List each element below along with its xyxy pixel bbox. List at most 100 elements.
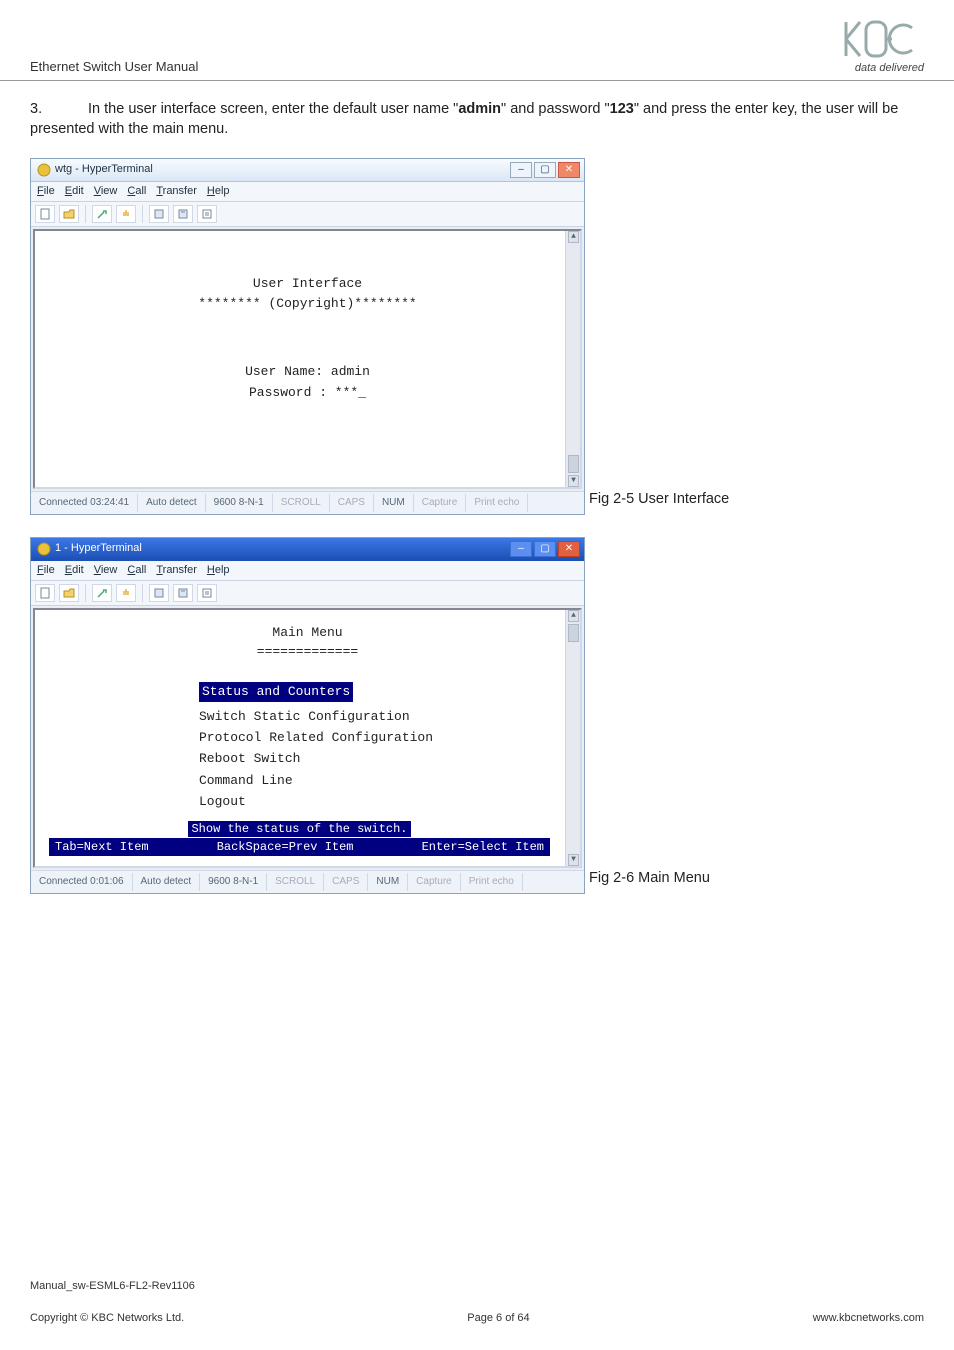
hint-backspace: BackSpace=Prev Item <box>217 839 354 856</box>
app-icon <box>37 163 51 177</box>
menu-call[interactable]: Call <box>127 184 146 199</box>
username-line: User Name: admin <box>49 363 566 381</box>
password-literal: 123 <box>610 101 634 117</box>
figure-caption-1: Fig 2-5 User Interface <box>589 489 729 509</box>
menu-bar: File Edit View Call Transfer Help <box>31 182 584 202</box>
menu-item-reboot[interactable]: Reboot Switch <box>199 750 566 768</box>
main-menu-heading: Main Menu <box>49 624 566 642</box>
properties-icon[interactable] <box>197 205 217 223</box>
toolbar <box>31 202 584 227</box>
menu-view[interactable]: View <box>94 563 118 578</box>
manual-id: Manual_sw-ESML6-FL2-Rev1106 <box>30 1280 924 1292</box>
window-title: wtg - HyperTerminal <box>55 162 153 177</box>
disconnect-icon[interactable] <box>116 584 136 602</box>
scroll-thumb[interactable] <box>568 455 579 473</box>
minimize-button[interactable]: – <box>510 162 532 178</box>
window-title: 1 - HyperTerminal <box>55 541 142 556</box>
status-caps: CAPS <box>324 873 368 891</box>
status-baud: 9600 8-N-1 <box>200 873 267 891</box>
maximize-button[interactable]: ▢ <box>534 541 556 557</box>
main-menu-rule: ============= <box>49 643 566 661</box>
status-connected: Connected 0:01:06 <box>31 873 133 891</box>
menu-item-cli[interactable]: Command Line <box>199 772 566 790</box>
password-line: Password : ***_ <box>49 384 566 402</box>
menu-item-status[interactable]: Status and Counters <box>199 682 353 702</box>
close-button[interactable]: ✕ <box>558 162 580 178</box>
send-icon[interactable] <box>149 584 169 602</box>
disconnect-icon[interactable] <box>116 205 136 223</box>
properties-icon[interactable] <box>197 584 217 602</box>
app-icon <box>37 542 51 556</box>
scroll-up-icon[interactable]: ▲ <box>568 231 579 243</box>
menu-file[interactable]: File <box>37 184 55 199</box>
minimize-button[interactable]: – <box>510 541 532 557</box>
ui-heading: User Interface <box>49 275 566 293</box>
receive-icon[interactable] <box>173 584 193 602</box>
copyright-line: ******** (Copyright)******** <box>49 295 566 313</box>
kbc-logo-icon <box>840 18 924 60</box>
status-baud: 9600 8-N-1 <box>206 494 273 512</box>
status-connected: Connected 03:24:41 <box>31 494 138 512</box>
status-scroll: SCROLL <box>273 494 330 512</box>
instruction-text-1: In the user interface screen, enter the … <box>88 101 458 117</box>
footer-copyright: Copyright © KBC Networks Ltd. <box>30 1312 184 1324</box>
menu-edit[interactable]: Edit <box>65 563 84 578</box>
connect-icon[interactable] <box>92 205 112 223</box>
status-capture: Capture <box>414 494 467 512</box>
close-button[interactable]: ✕ <box>558 541 580 557</box>
footer-url: www.kbcnetworks.com <box>813 1312 924 1324</box>
status-caps: CAPS <box>330 494 374 512</box>
menu-help[interactable]: Help <box>207 563 230 578</box>
menu-item-protocol-config[interactable]: Protocol Related Configuration <box>199 729 566 747</box>
terminal-area[interactable]: User Interface ******** (Copyright)*****… <box>33 229 582 489</box>
status-echo: Print echo <box>461 873 523 891</box>
open-icon[interactable] <box>59 205 79 223</box>
instruction-text-2: " and password " <box>501 101 610 117</box>
doc-title: Ethernet Switch User Manual <box>30 59 198 74</box>
status-num: NUM <box>368 873 408 891</box>
menu-item-logout[interactable]: Logout <box>199 793 566 811</box>
scroll-up-icon[interactable]: ▲ <box>568 610 579 622</box>
status-echo: Print echo <box>466 494 528 512</box>
receive-icon[interactable] <box>173 205 193 223</box>
scroll-down-icon[interactable]: ▼ <box>568 475 579 487</box>
hint-desc: Show the status of the switch. <box>188 821 410 837</box>
menu-view[interactable]: View <box>94 184 118 199</box>
connect-icon[interactable] <box>92 584 112 602</box>
menu-transfer[interactable]: Transfer <box>156 563 197 578</box>
menu-help[interactable]: Help <box>207 184 230 199</box>
scroll-thumb[interactable] <box>568 624 579 642</box>
hyperterminal-window-mainmenu: 1 - HyperTerminal – ▢ ✕ File Edit View C… <box>30 537 585 894</box>
status-bar: Connected 0:01:06 Auto detect 9600 8-N-1… <box>31 870 584 893</box>
menu-item-switch-config[interactable]: Switch Static Configuration <box>199 708 566 726</box>
hint-enter: Enter=Select Item <box>422 839 544 856</box>
instruction-paragraph: 3. In the user interface screen, enter t… <box>30 99 924 140</box>
status-scroll: SCROLL <box>267 873 324 891</box>
menu-bar: File Edit View Call Transfer Help <box>31 561 584 581</box>
status-num: NUM <box>374 494 414 512</box>
hint-bar: Show the status of the switch. Tab=Next … <box>49 821 550 857</box>
menu-file[interactable]: File <box>37 563 55 578</box>
menu-transfer[interactable]: Transfer <box>156 184 197 199</box>
figure-caption-2: Fig 2-6 Main Menu <box>589 868 710 888</box>
hint-tab: Tab=Next Item <box>55 839 149 856</box>
new-icon[interactable] <box>35 205 55 223</box>
menu-call[interactable]: Call <box>127 563 146 578</box>
open-icon[interactable] <box>59 584 79 602</box>
status-autodetect: Auto detect <box>133 873 201 891</box>
menu-edit[interactable]: Edit <box>65 184 84 199</box>
new-icon[interactable] <box>35 584 55 602</box>
scrollbar[interactable]: ▲ ▼ <box>565 231 580 487</box>
scroll-down-icon[interactable]: ▼ <box>568 854 579 866</box>
step-number: 3. <box>30 99 84 119</box>
maximize-button[interactable]: ▢ <box>534 162 556 178</box>
tagline: data delivered <box>840 62 924 74</box>
scrollbar[interactable]: ▲ ▼ <box>565 610 580 866</box>
admin-literal: admin <box>458 101 501 117</box>
terminal-area[interactable]: Main Menu ============= Status and Count… <box>33 608 582 868</box>
logo-block: data delivered <box>840 18 924 74</box>
footer-page: Page 6 of 64 <box>467 1312 529 1324</box>
send-icon[interactable] <box>149 205 169 223</box>
status-autodetect: Auto detect <box>138 494 206 512</box>
status-bar: Connected 03:24:41 Auto detect 9600 8-N-… <box>31 491 584 514</box>
